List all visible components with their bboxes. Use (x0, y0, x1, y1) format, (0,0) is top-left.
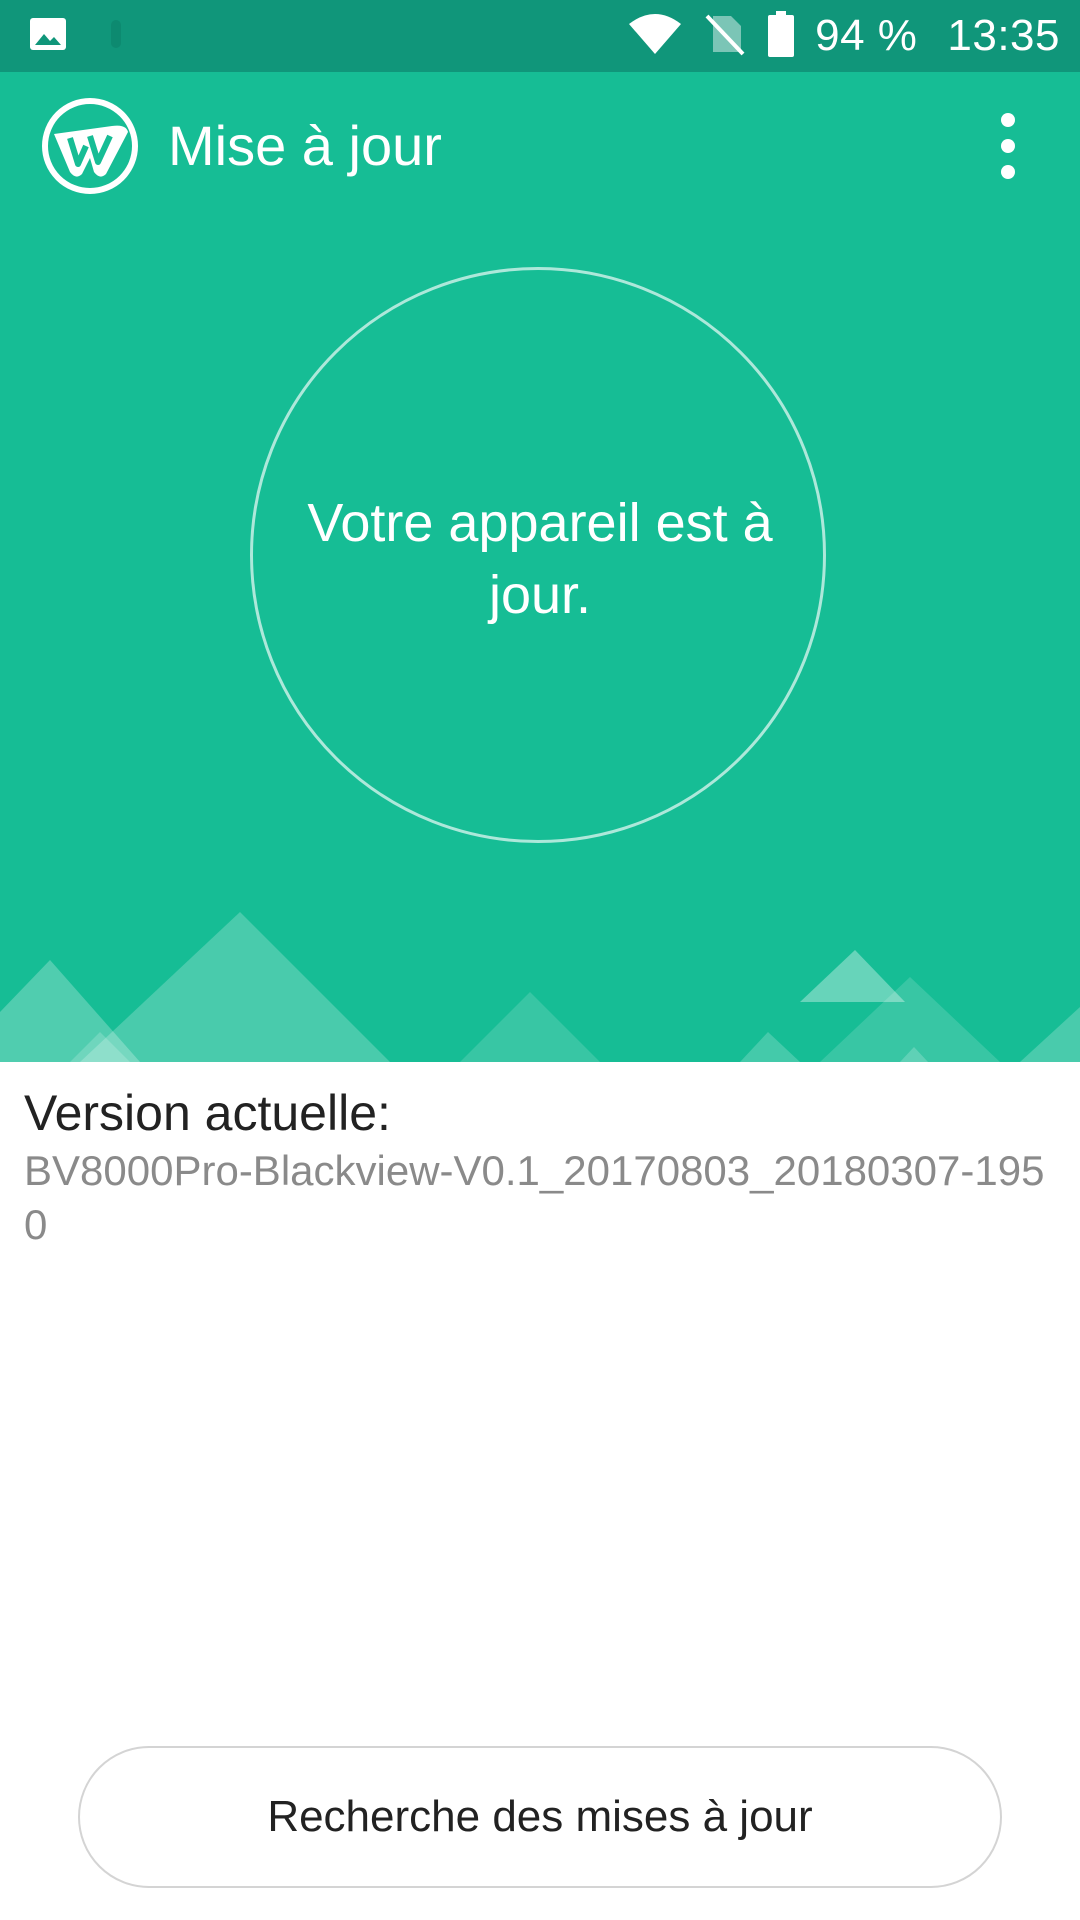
up-to-date-message: Votre appareil est à jour. (307, 493, 773, 625)
battery-percent: 94 % (815, 11, 918, 60)
image-notification-icon (28, 14, 68, 59)
check-updates-button[interactable]: Recherche des mises à jour (78, 1746, 1002, 1888)
more-options-button[interactable] (976, 104, 1040, 188)
more-vert-icon (976, 113, 1040, 192)
version-value: BV8000Pro-Blackview-V0.1_20170803_201803… (24, 1147, 1045, 1248)
clock: 13:35 (947, 11, 1060, 60)
page-title: Mise à jour (168, 114, 442, 177)
status-left (28, 10, 126, 62)
app-bar: Mise à jour (0, 72, 1080, 222)
status-bar: 94 % 13:35 (0, 0, 1080, 72)
update-header: Mise à jour Votre appareil est à jour. (0, 72, 1080, 1062)
status-right: 94 % 13:35 (627, 0, 1060, 72)
battery-icon (767, 10, 795, 63)
update-app-logo-icon (40, 96, 140, 196)
version-info: Version actuelle: BV8000Pro-Blackview-V0… (24, 1082, 1064, 1252)
mountain-decoration (0, 912, 1080, 1062)
wifi-icon (627, 12, 683, 61)
no-sim-icon (703, 12, 747, 61)
screen: 94 % 13:35 Mise à jour Votre appareil es… (0, 0, 1080, 1920)
faint-notification-icon (106, 14, 126, 59)
version-label: Version actuelle: (24, 1085, 391, 1141)
